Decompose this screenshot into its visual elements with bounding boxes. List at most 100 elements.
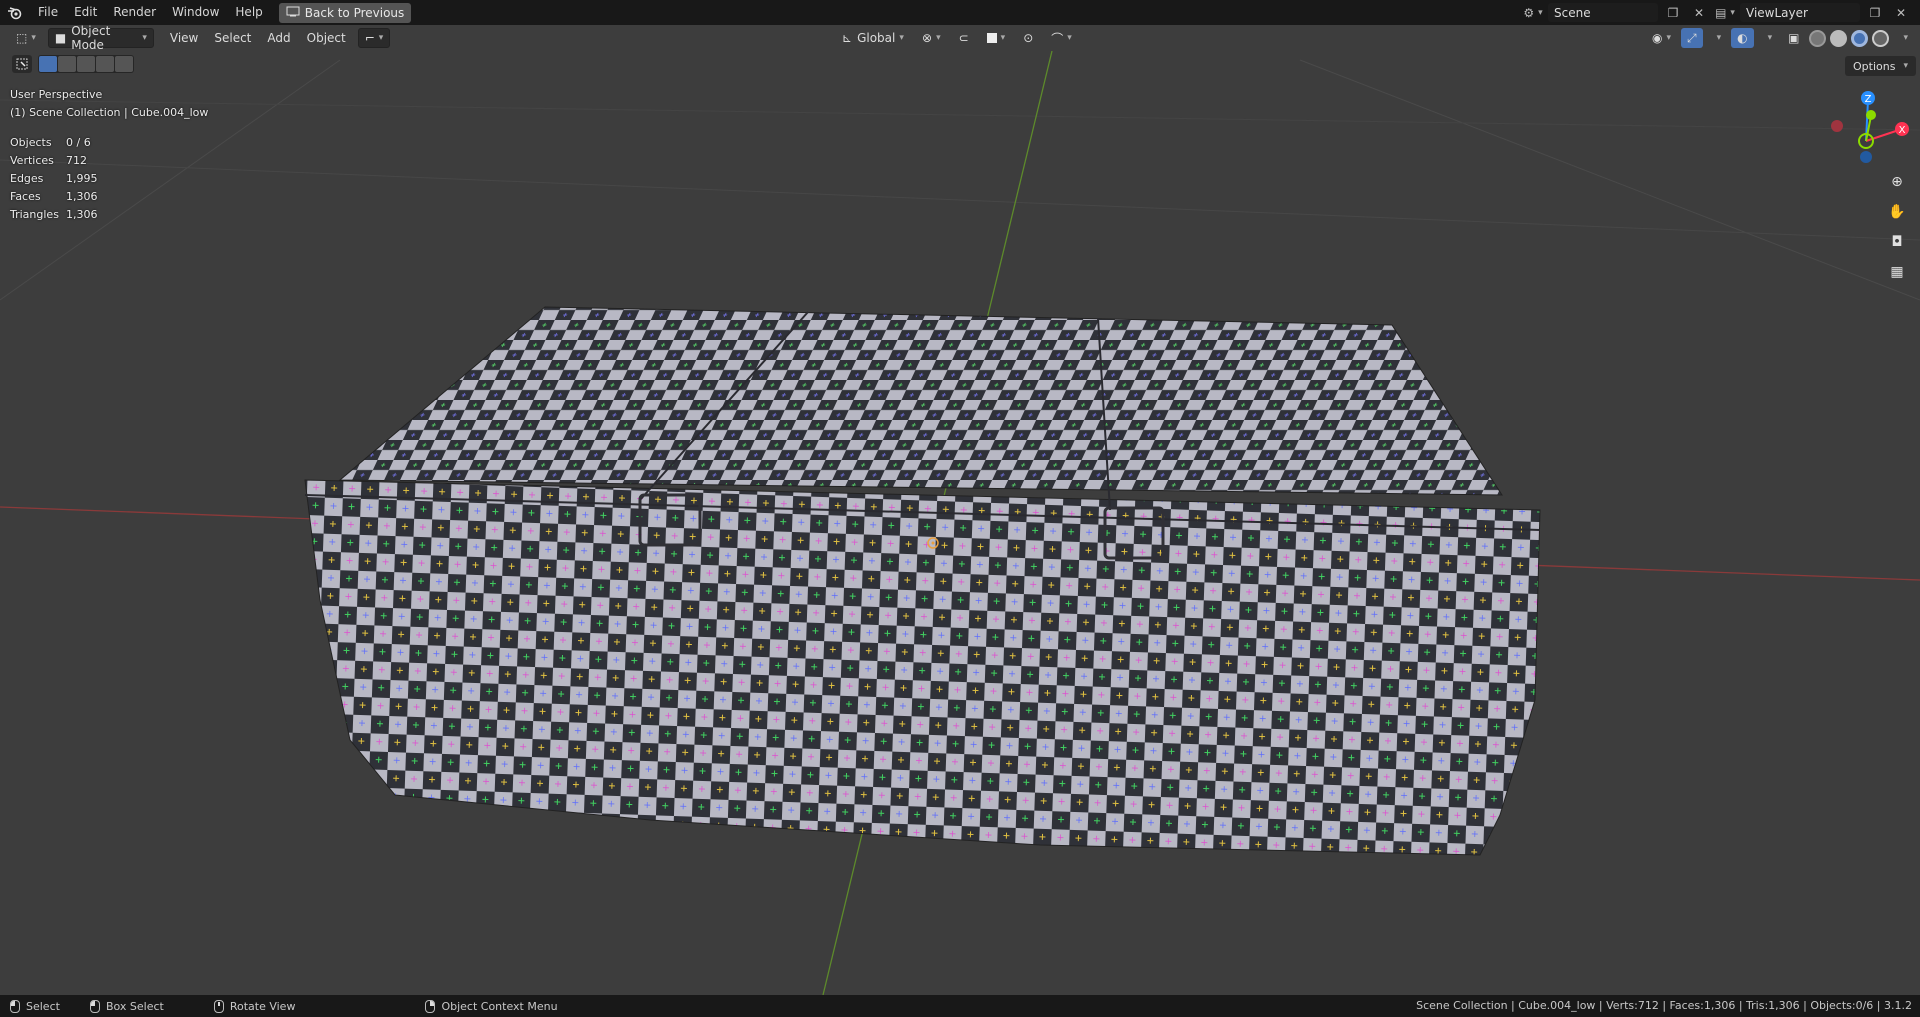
stat-label: Objects: [10, 136, 52, 149]
menu-window[interactable]: Window: [164, 0, 227, 25]
stat-value: 1,995: [66, 172, 98, 185]
transform-orientation-selector[interactable]: ⊾ Global ▾: [836, 28, 910, 48]
gizmo-neg-x-axis[interactable]: [1831, 120, 1843, 132]
navigation-gizmo[interactable]: Z X: [1824, 86, 1916, 166]
stat-row: Faces 1,306: [10, 188, 98, 206]
view-layer-selector-icon[interactable]: ▤ ▾: [1714, 3, 1736, 22]
orientation-label: Global: [857, 31, 896, 45]
snap-target-button[interactable]: ▾: [981, 28, 1012, 48]
select-new-icon[interactable]: [39, 56, 57, 72]
stat-label: Vertices: [10, 154, 54, 167]
status-hint-label: Select: [26, 999, 60, 1013]
stat-row: Edges 1,995: [10, 170, 98, 188]
status-hint-select: Select: [10, 999, 60, 1013]
mode-selector[interactable]: ■ Object Mode ▾: [47, 24, 154, 52]
zoom-icon[interactable]: ⊕: [1883, 168, 1911, 196]
wireframe-shading-icon[interactable]: [1809, 29, 1827, 47]
visibility-button[interactable]: ◉ ▾: [1646, 28, 1677, 48]
add-menu[interactable]: Add: [261, 28, 296, 48]
pan-hand-icon[interactable]: ✋: [1883, 198, 1911, 226]
transform-pivot-button[interactable]: ⌐ ▾: [357, 28, 391, 48]
solid-shading-icon[interactable]: [1830, 29, 1848, 47]
xray-toggle[interactable]: ▣: [1782, 28, 1805, 48]
falloff-button[interactable]: ⌒ ▾: [1045, 28, 1078, 48]
stat-row: Triangles 1,306: [10, 206, 98, 224]
select-intersect-icon[interactable]: [115, 56, 133, 72]
options-button[interactable]: Options ▾: [1845, 56, 1916, 76]
scene-statistics: Objects 0 / 6 Vertices 712 Edges 1,995 Face…: [10, 134, 98, 224]
stat-value: 1,306: [66, 190, 98, 203]
screen-icon: [286, 6, 300, 20]
select-menu[interactable]: Select: [208, 28, 257, 48]
perspective-label: User Perspective: [10, 88, 103, 101]
scene-selector-icon[interactable]: ⚙ ▾: [1522, 3, 1544, 22]
rendered-shading-icon[interactable]: [1872, 29, 1890, 47]
gizmo-icon: ⤢: [1686, 30, 1697, 45]
select-invert-icon[interactable]: [96, 56, 114, 72]
delete-scene-icon[interactable]: ✕: [1688, 3, 1710, 22]
stat-value: 712: [66, 154, 87, 167]
viewport-header: ⬚ ▾ ■ Object Mode ▾ View Select Add Objec…: [0, 24, 1920, 52]
select-tool-icon[interactable]: [12, 55, 32, 73]
eye-icon: ◉: [1651, 31, 1663, 45]
new-scene-icon[interactable]: ❐: [1662, 3, 1684, 22]
status-bar: Select Box Select Rotate View Object Con…: [0, 995, 1920, 1017]
object-menu[interactable]: Object: [301, 28, 352, 48]
menu-help[interactable]: Help: [227, 0, 270, 25]
stat-value: 1,306: [66, 208, 98, 221]
stat-value: 0 / 6: [66, 136, 91, 149]
editor-type-button[interactable]: ⬚ ▾: [10, 28, 42, 48]
overlay-toggle[interactable]: ◐: [1731, 28, 1754, 48]
pivot-point-button[interactable]: ⊗ ▾: [916, 28, 947, 48]
mouse-right-icon: [425, 999, 436, 1013]
link-icon: ⊗: [922, 31, 933, 45]
menu-edit[interactable]: Edit: [66, 0, 105, 25]
status-hint-box-select: Box Select: [89, 999, 164, 1013]
delete-view-layer-icon[interactable]: ✕: [1890, 3, 1912, 22]
scene-name-field[interactable]: Scene: [1548, 3, 1658, 22]
stat-row: Objects 0 / 6: [10, 134, 98, 152]
top-menu-bar: File Edit Render Window Help Back to Pre…: [0, 0, 1920, 25]
select-subtract-icon[interactable]: [77, 56, 95, 72]
new-view-layer-icon[interactable]: ❐: [1864, 3, 1886, 22]
select-extend-icon[interactable]: [58, 56, 76, 72]
magnet-icon: ⊂: [958, 31, 969, 45]
back-to-previous-button[interactable]: Back to Previous: [278, 2, 412, 23]
viewport-overlay-info: User Perspective (1) Scene Collection | …: [10, 86, 208, 122]
mouse-left-icon: [10, 999, 20, 1013]
menu-file[interactable]: File: [30, 0, 66, 25]
orientation-icon: ⊾: [842, 31, 853, 45]
back-to-previous-label: Back to Previous: [304, 5, 405, 20]
mode-label: Object Mode: [71, 24, 111, 52]
scene-name: Scene: [1554, 5, 1591, 20]
menu-render[interactable]: Render: [105, 0, 164, 25]
gizmo-z-label: Z: [1865, 94, 1872, 105]
stat-label: Faces: [10, 190, 41, 203]
status-hint-label: Box Select: [105, 999, 164, 1013]
status-hint-rotate: Rotate View: [213, 999, 296, 1013]
grid-perspective-icon[interactable]: ▦: [1883, 258, 1911, 286]
material-shading-icon[interactable]: [1851, 29, 1869, 47]
camera-icon[interactable]: ◘: [1883, 228, 1911, 256]
gizmo-dropdown[interactable]: ▾: [1707, 28, 1728, 48]
shading-dropdown[interactable]: ▾: [1893, 28, 1914, 48]
gizmo-x-label: X: [1899, 125, 1906, 136]
status-hint-label: Rotate View: [229, 999, 296, 1013]
tool-settings-row: [12, 55, 134, 73]
blender-logo-icon[interactable]: [0, 0, 30, 25]
editor-type-icon: ⬚: [16, 31, 28, 45]
view-menu[interactable]: View: [164, 28, 204, 48]
mouse-middle-icon: [213, 999, 224, 1013]
mouse-drag-icon: [89, 999, 100, 1013]
status-hint-context: Object Context Menu: [425, 999, 558, 1013]
overlay-dropdown[interactable]: ▾: [1758, 28, 1779, 48]
snap-toggle[interactable]: ⊂: [953, 28, 975, 48]
gizmo-toggle[interactable]: ⤢: [1680, 28, 1703, 48]
status-hint-label: Object Context Menu: [441, 999, 558, 1013]
view-layer-name: ViewLayer: [1746, 5, 1808, 20]
gizmo-y-axis[interactable]: [1866, 110, 1876, 120]
gizmo-neg-z-axis[interactable]: [1860, 151, 1872, 163]
proportional-edit-toggle[interactable]: ⊙: [1017, 28, 1039, 48]
3d-viewport[interactable]: [0, 51, 1920, 995]
view-layer-field[interactable]: ViewLayer: [1740, 3, 1860, 22]
